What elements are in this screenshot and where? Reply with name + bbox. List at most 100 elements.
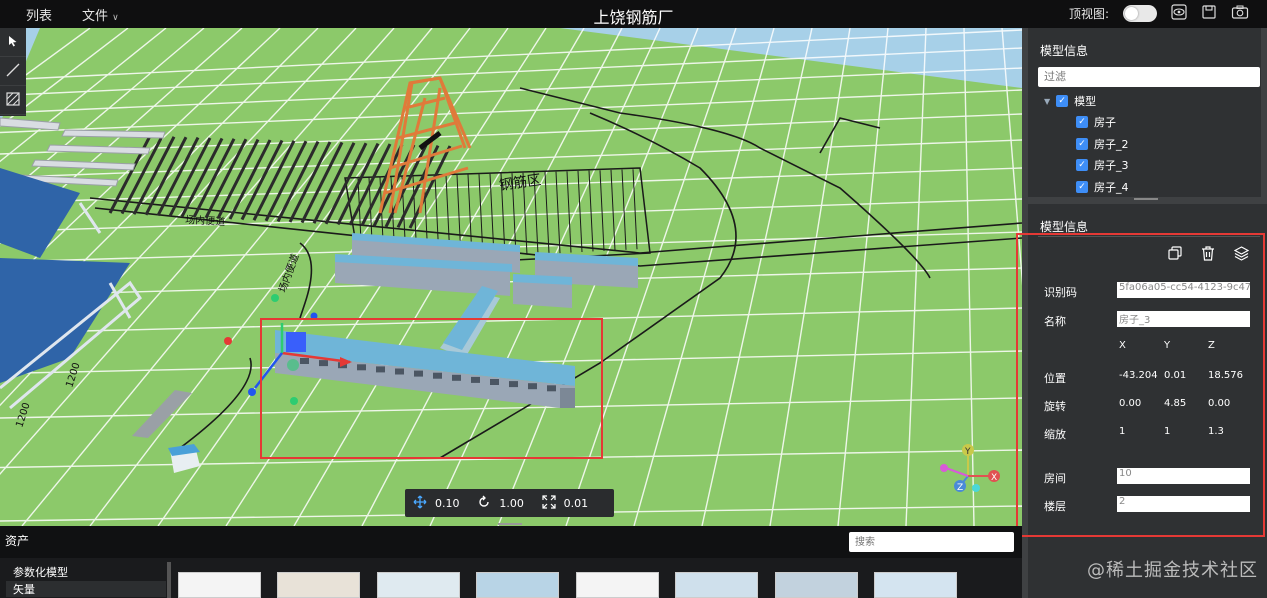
checkbox-icon[interactable]: ✓	[1076, 138, 1088, 150]
layers-icon[interactable]	[1233, 246, 1250, 264]
asset-thumbnail[interactable]	[675, 572, 758, 598]
asset-search-input[interactable]	[849, 532, 1014, 552]
axis-y-label: Y	[964, 447, 971, 457]
assets-title: 资产	[5, 534, 30, 548]
model-info-panel: 模型信息 识别码 5fa06a05-cc54-4123-9c47-ef 名称 房…	[1028, 204, 1267, 598]
tree-item[interactable]: ✓ 房子	[1076, 114, 1116, 130]
category-scrollbar[interactable]	[167, 562, 171, 598]
window	[319, 360, 328, 367]
caret-down-icon: ▼	[1044, 96, 1051, 106]
checkbox-icon[interactable]: ✓	[1076, 181, 1088, 193]
line-tool[interactable]	[0, 57, 26, 86]
menu-list[interactable]: 列表	[26, 5, 52, 24]
position-x[interactable]: -43.204	[1119, 370, 1158, 381]
floor-field[interactable]: 2	[1117, 496, 1250, 512]
assets-splitter[interactable]	[498, 523, 522, 525]
tree-root[interactable]: ▼ ✓ 模型	[1044, 93, 1096, 109]
asset-thumbnail[interactable]	[377, 572, 460, 598]
scale-step[interactable]: 0.01	[542, 494, 606, 512]
tree-item[interactable]: ✓ 房子_2	[1076, 136, 1129, 152]
model-tree-panel: 模型信息 ▼ ✓ 模型 ✓ 房子 ✓ 房子_2 ✓ 房子_3 ✓ 房子_4	[1028, 28, 1261, 197]
copy-icon[interactable]	[1168, 246, 1183, 264]
id-label: 识别码	[1044, 286, 1077, 299]
top-view-toggle[interactable]	[1123, 5, 1157, 22]
window	[528, 383, 537, 390]
3d-viewport[interactable]: 钢筋区 场内便道 场内便道 1200 1200 Y X Z 0.10 1.00 …	[0, 28, 1022, 526]
id-field[interactable]: 5fa06a05-cc54-4123-9c47-ef	[1117, 282, 1250, 298]
axis-x-label: X	[991, 473, 997, 483]
axis-x-header: X	[1119, 340, 1126, 351]
window	[471, 376, 480, 383]
save-icon[interactable]	[1201, 4, 1217, 23]
scene-canvas[interactable]: 钢筋区 场内便道 场内便道 1200 1200 Y X Z	[0, 28, 1022, 526]
assets-panel: 资产 参数化模型 矢量	[0, 523, 1022, 598]
rotation-y[interactable]: 4.85	[1164, 398, 1186, 409]
polygon-tool[interactable]	[0, 86, 26, 115]
asset-thumbnail[interactable]	[576, 572, 659, 598]
tree-root-label: 模型	[1074, 95, 1097, 108]
delete-icon[interactable]	[1201, 246, 1215, 264]
move-value: 0.10	[435, 496, 460, 510]
line-icon	[5, 62, 21, 81]
rotate-icon	[477, 495, 491, 512]
floor-label: 楼层	[1044, 500, 1066, 513]
asset-thumbnail[interactable]	[874, 572, 957, 598]
room-label: 房间	[1044, 472, 1066, 485]
position-label: 位置	[1044, 372, 1066, 385]
name-field[interactable]: 房子_3	[1117, 311, 1250, 327]
model-tree-title: 模型信息	[1040, 44, 1089, 58]
axis-z-label: Z	[957, 483, 963, 493]
top-bar: 列表 文件 ∨ 上饶钢筋厂 顶视图:	[0, 0, 1267, 28]
tree-item[interactable]: ✓ 房子_4	[1076, 179, 1129, 195]
scale-icon	[542, 494, 556, 512]
tree-item-label: 房子_3	[1094, 159, 1129, 172]
asset-thumbnail[interactable]	[775, 572, 858, 598]
menu-file[interactable]: 文件 ∨	[82, 5, 119, 24]
asset-thumbnail[interactable]	[277, 572, 360, 598]
top-view-label: 顶视图:	[1068, 7, 1109, 21]
window	[547, 385, 556, 392]
select-tool[interactable]	[0, 28, 26, 57]
filter-input[interactable]	[1038, 67, 1260, 87]
scale-z[interactable]: 1.3	[1208, 426, 1224, 437]
category-vector[interactable]: 矢量	[6, 581, 166, 597]
eye-icon[interactable]	[1171, 4, 1187, 23]
tree-item-label: 房子_4	[1094, 181, 1129, 194]
window	[452, 374, 461, 381]
checkbox-icon[interactable]: ✓	[1056, 95, 1069, 107]
asset-thumbnail[interactable]	[178, 572, 261, 598]
transform-toolbar: 0.10 1.00 0.01	[405, 489, 614, 517]
polygon-icon	[5, 91, 21, 110]
window	[376, 366, 385, 373]
scale-value: 0.01	[563, 496, 589, 510]
rotate-step[interactable]: 1.00	[477, 495, 541, 512]
position-y[interactable]: 0.01	[1164, 370, 1186, 381]
camera-icon[interactable]	[1231, 4, 1249, 23]
move-icon	[413, 495, 427, 512]
checkbox-icon[interactable]: ✓	[1076, 116, 1088, 128]
rotation-x[interactable]: 0.00	[1119, 398, 1141, 409]
axis-z-header: Z	[1208, 340, 1215, 351]
panel-splitter[interactable]	[1134, 198, 1158, 200]
scale-x[interactable]: 1	[1119, 426, 1125, 437]
ground-plane	[0, 28, 1022, 526]
top-right-controls: 顶视图:	[1069, 4, 1249, 23]
position-z[interactable]: 18.576	[1208, 370, 1243, 381]
window	[509, 381, 518, 388]
move-step[interactable]: 0.10	[413, 495, 477, 512]
asset-thumbnail[interactable]	[476, 572, 559, 598]
window	[490, 379, 499, 385]
toggle-knob	[1125, 7, 1138, 20]
window	[357, 364, 366, 371]
scale-y[interactable]: 1	[1164, 426, 1170, 437]
rotation-label: 旋转	[1044, 400, 1066, 413]
checkbox-icon[interactable]: ✓	[1076, 159, 1088, 171]
right-panel: 模型信息 ▼ ✓ 模型 ✓ 房子 ✓ 房子_2 ✓ 房子_3 ✓ 房子_4 模型…	[1022, 28, 1267, 598]
room-field[interactable]: 10	[1117, 468, 1250, 484]
category-parametric[interactable]: 参数化模型	[6, 564, 166, 580]
window	[433, 372, 442, 379]
menu-file-label: 文件	[82, 9, 109, 24]
rotation-z[interactable]: 0.00	[1208, 398, 1230, 409]
tree-item[interactable]: ✓ 房子_3	[1076, 157, 1129, 173]
name-label: 名称	[1044, 315, 1066, 328]
